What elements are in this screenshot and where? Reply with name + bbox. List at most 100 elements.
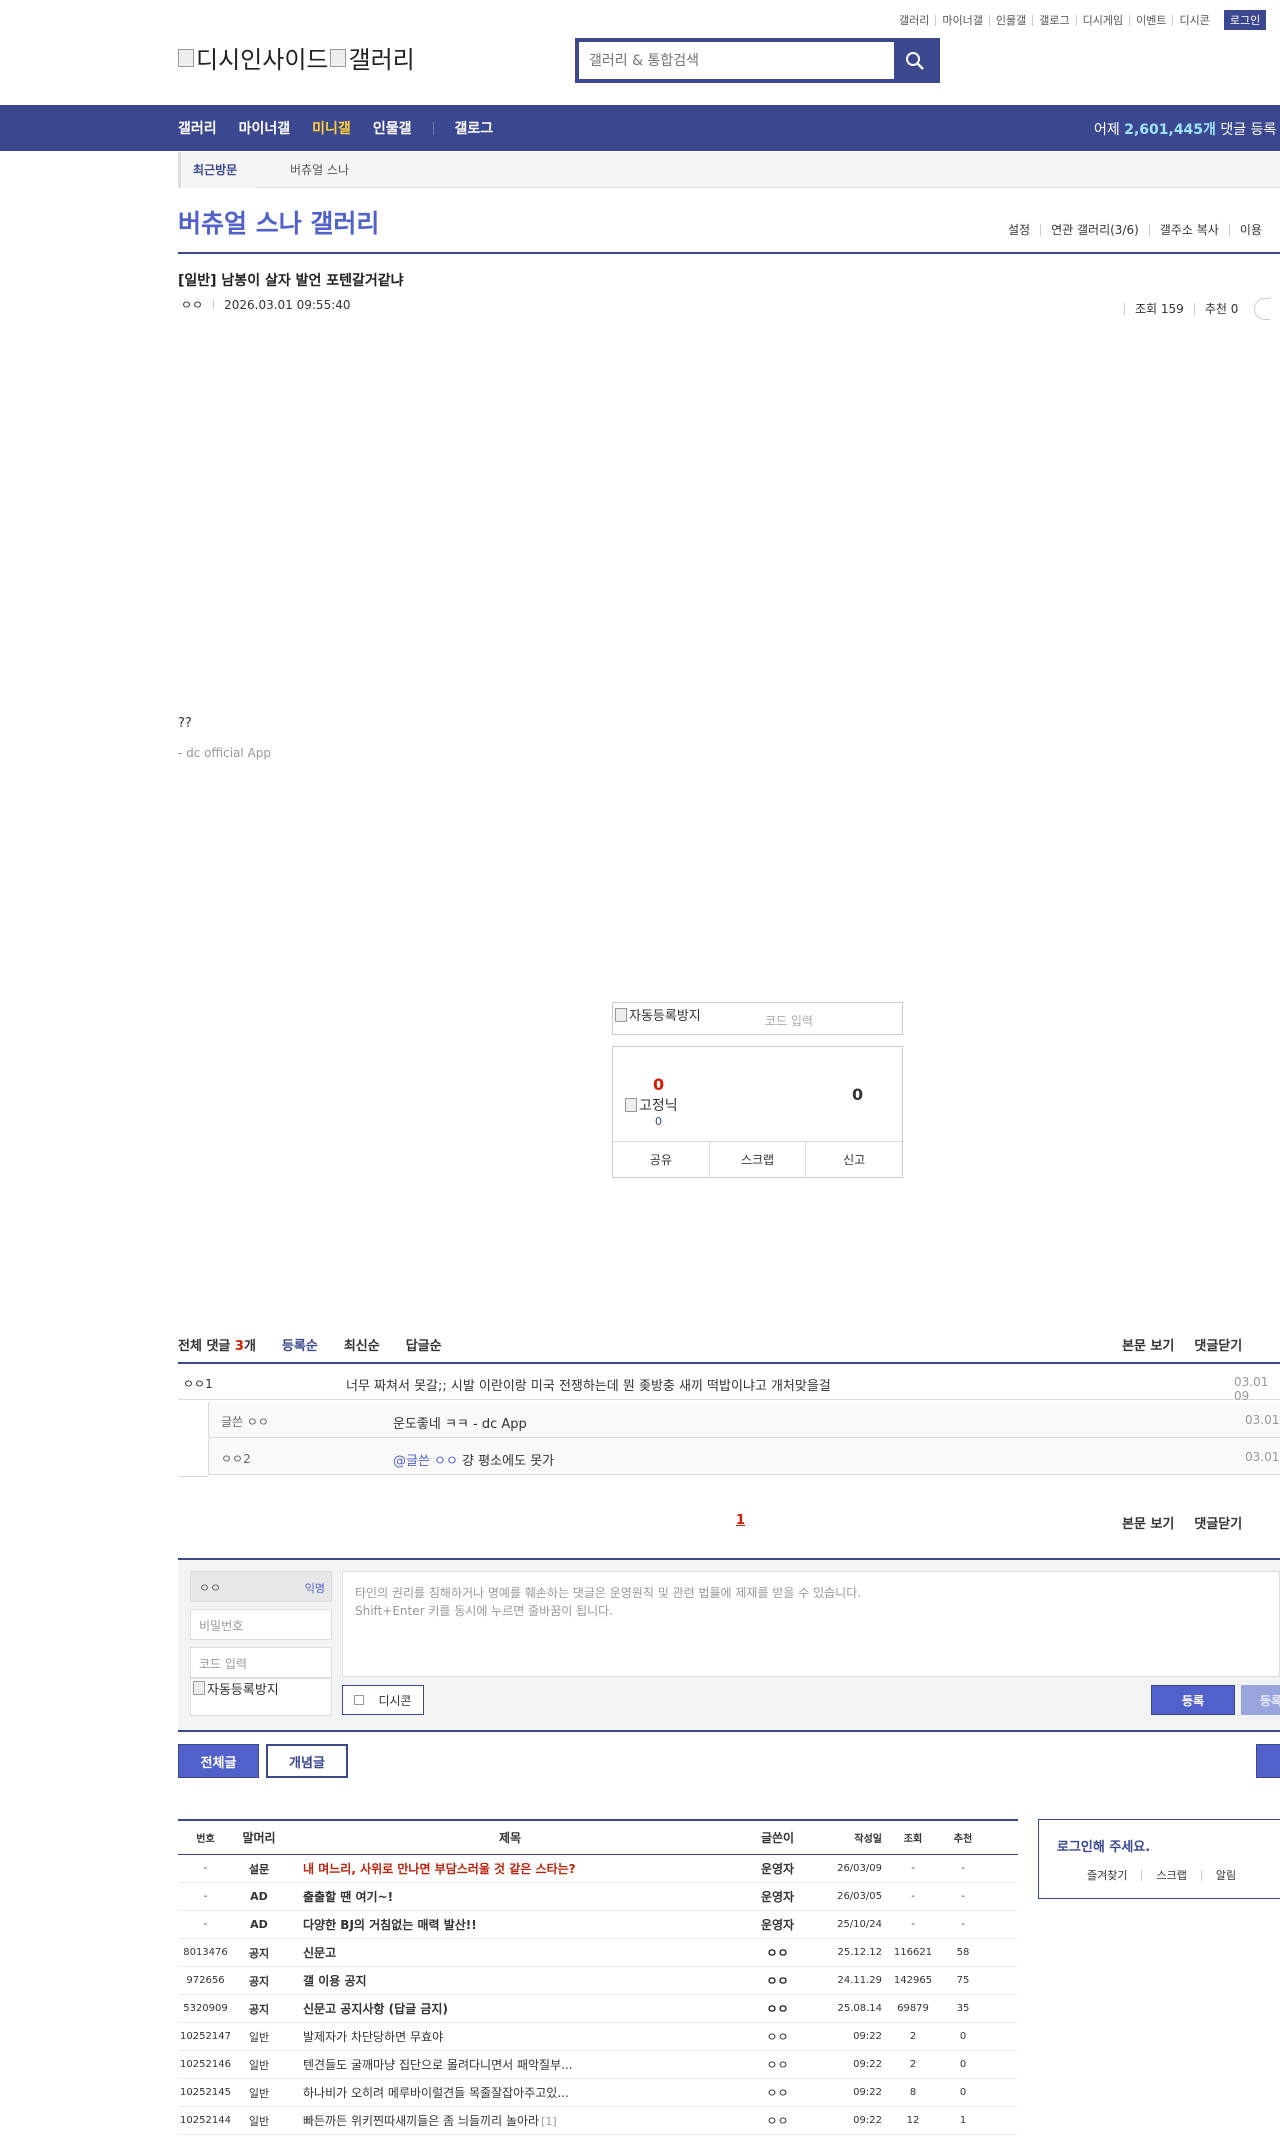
post-views-text: 12 <box>906 2115 920 2126</box>
post-no: 10252145 <box>178 2087 233 2098</box>
post-reply-count[interactable]: [1] <box>541 2115 557 2128</box>
view-body-link[interactable]: 본문 보기 <box>1122 1335 1174 1354</box>
post-writer[interactable]: 운영자 <box>735 1916 820 1933</box>
post-views: - <box>888 1891 938 1902</box>
post-title-link[interactable]: 신문고 <box>285 1944 735 1961</box>
nav-mini[interactable]: 미니갤 <box>312 118 351 138</box>
post-no: - <box>178 1891 233 1902</box>
write-post-button[interactable] <box>1256 1744 1280 1778</box>
post-no: 10252147 <box>178 2031 233 2042</box>
post-writer[interactable]: ㅇㅇ <box>735 2112 820 2129</box>
toplink-gallery[interactable]: 갤러리 <box>893 15 935 26</box>
login-prompt[interactable]: 로그인해 주세요. <box>1057 1836 1150 1855</box>
nav-minor[interactable]: 마이너갤 <box>239 118 291 138</box>
close-comments-link[interactable]: 댓글닫기 <box>1194 1335 1242 1354</box>
post-views-text: 8 <box>909 2087 917 2098</box>
post-writer[interactable]: ㅇㅇ <box>735 1972 820 1989</box>
gallery-title[interactable]: 버츄얼 스나 갤러리 <box>178 204 379 240</box>
search-input[interactable] <box>579 42 894 79</box>
post-title-link[interactable]: 하나비가 오히려 메루바이럴견들 목줄잘잡아주고있... <box>285 2084 735 2101</box>
post-writer[interactable]: 운영자 <box>735 1860 820 1877</box>
post-title-link[interactable]: 출출할 땐 여기~! <box>285 1888 735 1905</box>
dccon-button[interactable]: 디시콘 <box>342 1685 424 1715</box>
header-date: 작성일 <box>854 1834 882 1845</box>
share-button[interactable]: 공유 <box>613 1142 709 1177</box>
nav-gallog[interactable]: 갤로그 <box>454 118 493 138</box>
recent-visit-item[interactable]: 버츄얼 스나 <box>290 152 349 188</box>
post-title-link[interactable]: 내 며느리, 사위로 만나면 부담스러울 것 같은 스타는? <box>285 1860 735 1877</box>
report-button[interactable]: 신고 <box>805 1142 902 1177</box>
post-writer[interactable]: ㅇㅇ <box>735 1944 820 1961</box>
gallery-usage[interactable]: 이용 <box>1228 224 1272 236</box>
reply-author[interactable]: ㅇㅇ2 <box>221 1450 251 1467</box>
toplink-minor[interactable]: 마이너갤 <box>935 14 988 26</box>
copy-gallery-url[interactable]: 갤주소 복사 <box>1148 224 1229 236</box>
view-body-link[interactable]: 본문 보기 <box>1122 1513 1174 1532</box>
submit-recommend-button[interactable]: 등록 <box>1241 1685 1280 1715</box>
textarea-notice-2: Shift+Enter 키를 동시에 누르면 줄바꿈이 됩니다. <box>355 1604 614 1618</box>
nav-person[interactable]: 인물갤 <box>373 118 412 138</box>
submit-button[interactable]: 등록 <box>1151 1685 1235 1715</box>
toplink-dccon[interactable]: 디시콘 <box>1172 14 1215 26</box>
toplink-gallog[interactable]: 갤로그 <box>1032 14 1075 26</box>
site-logo[interactable]: 디시인사이드 갤러리 <box>178 40 415 75</box>
recommend-down-count[interactable]: 0 <box>852 1085 863 1104</box>
post-writer[interactable]: ㅇㅇ <box>735 2028 820 2045</box>
notification-link[interactable]: 알림 <box>1200 1870 1250 1881</box>
comment-author[interactable]: ㅇㅇ1 <box>183 1375 213 1392</box>
write-bottom-line <box>178 1730 1280 1732</box>
toplink-person[interactable]: 인물갤 <box>988 14 1032 26</box>
toplink-event[interactable]: 이벤트 <box>1129 14 1172 26</box>
post-row: - AD 다양한 BJ의 거침없는 매력 발산!! 운영자 25/10/24 - - <box>178 1911 1018 1939</box>
code-field[interactable]: 코드 입력 <box>190 1647 332 1678</box>
post-rec: 75 <box>938 1975 988 1986</box>
reply-mention[interactable]: @글쓴 ㅇㅇ <box>393 1454 458 1469</box>
reply-row: ㅇㅇ2 @글쓴 ㅇㅇ 걍 평소에도 못가 03.01 <box>208 1439 1280 1475</box>
sort-latest[interactable]: 최신순 <box>344 1335 380 1354</box>
post-no-text: 5320909 <box>183 2003 228 2014</box>
post-title-link[interactable]: 빠든까든 위키찐따새끼들은 좀 늬들끼리 놀아라 [1] <box>285 2112 735 2129</box>
post-row: 10252146 일반 텐견들도 굴깨마냥 집단으로 몰려다니면서 패악질부... ㅇ… <box>178 2051 1018 2079</box>
post-writer[interactable]: ㅇㅇ <box>735 2000 820 2017</box>
reply-author[interactable]: 글쓴 ㅇㅇ <box>221 1413 269 1430</box>
post-author[interactable]: ㅇㅇ <box>181 296 203 313</box>
fixed-nick-image[interactable]: 고정닉 <box>625 1095 678 1115</box>
name-field[interactable]: ㅇㅇ 익명 <box>190 1571 332 1602</box>
close-comments-link[interactable]: 댓글닫기 <box>1194 1513 1242 1532</box>
post-title-link[interactable]: 텐견들도 굴깨마냥 집단으로 몰려다니면서 패악질부... <box>285 2056 735 2073</box>
post-writer[interactable]: ㅇㅇ <box>735 2056 820 2073</box>
related-gallery[interactable]: 연관 갤러리(3/6) <box>1040 224 1149 236</box>
comment-date: 03.01 09 <box>1234 1375 1269 1403</box>
comments-total-label: 전체 댓글 <box>178 1339 231 1354</box>
sort-registered[interactable]: 등록순 <box>282 1335 318 1354</box>
favorites-link[interactable]: 즐겨찾기 <box>1039 1870 1141 1881</box>
post-writer[interactable]: ㅇㅇ <box>735 2084 820 2101</box>
password-field[interactable]: 비밀번호 <box>190 1609 332 1640</box>
reply-bottom-line <box>178 1476 208 1477</box>
post-title-link[interactable]: 발제자가 차단당하면 무효야 <box>285 2028 735 2045</box>
tab-all-posts[interactable]: 전체글 <box>178 1744 259 1778</box>
recent-visit-tag[interactable]: 최근방문 <box>178 152 256 188</box>
post-title-link[interactable]: 갤 이용 공지 <box>285 1972 735 1989</box>
comment-page-1[interactable]: 1 <box>736 1513 745 1528</box>
nav-gallery[interactable]: 갤러리 <box>178 118 217 138</box>
search-button[interactable] <box>894 42 936 79</box>
sort-replies[interactable]: 답글순 <box>406 1335 442 1354</box>
recommend-up-count[interactable]: 0 <box>653 1075 664 1094</box>
toplink-dcgame[interactable]: 디시게임 <box>1075 14 1129 26</box>
post-no: 972656 <box>178 1975 233 1986</box>
login-button[interactable]: 로그인 <box>1223 10 1267 30</box>
scrap-button[interactable]: 스크랩 <box>708 1142 806 1177</box>
comment-textarea[interactable]: 타인의 권리를 침해하거나 명예를 훼손하는 댓글은 운영원칙 및 관련 법률에… <box>342 1571 1280 1677</box>
post-title-link[interactable]: 신문고 공지사항 (답글 금지) <box>285 2000 735 2017</box>
post-options-toggle[interactable] <box>1254 298 1271 320</box>
post-date-text: 24.11.29 <box>837 1975 882 1986</box>
gallery-settings[interactable]: 설정 <box>1008 224 1040 236</box>
post-views: - <box>888 1919 938 1930</box>
tab-best-posts[interactable]: 개념글 <box>266 1744 348 1778</box>
post-writer[interactable]: 운영자 <box>735 1888 820 1905</box>
post-date-text: 25.08.14 <box>837 2003 882 2014</box>
captcha-input[interactable]: 코드 입력 <box>765 1012 813 1029</box>
scrap-link[interactable]: 스크랩 <box>1141 1870 1200 1881</box>
post-title-link[interactable]: 다양한 BJ의 거침없는 매력 발산!! <box>285 1916 735 1933</box>
